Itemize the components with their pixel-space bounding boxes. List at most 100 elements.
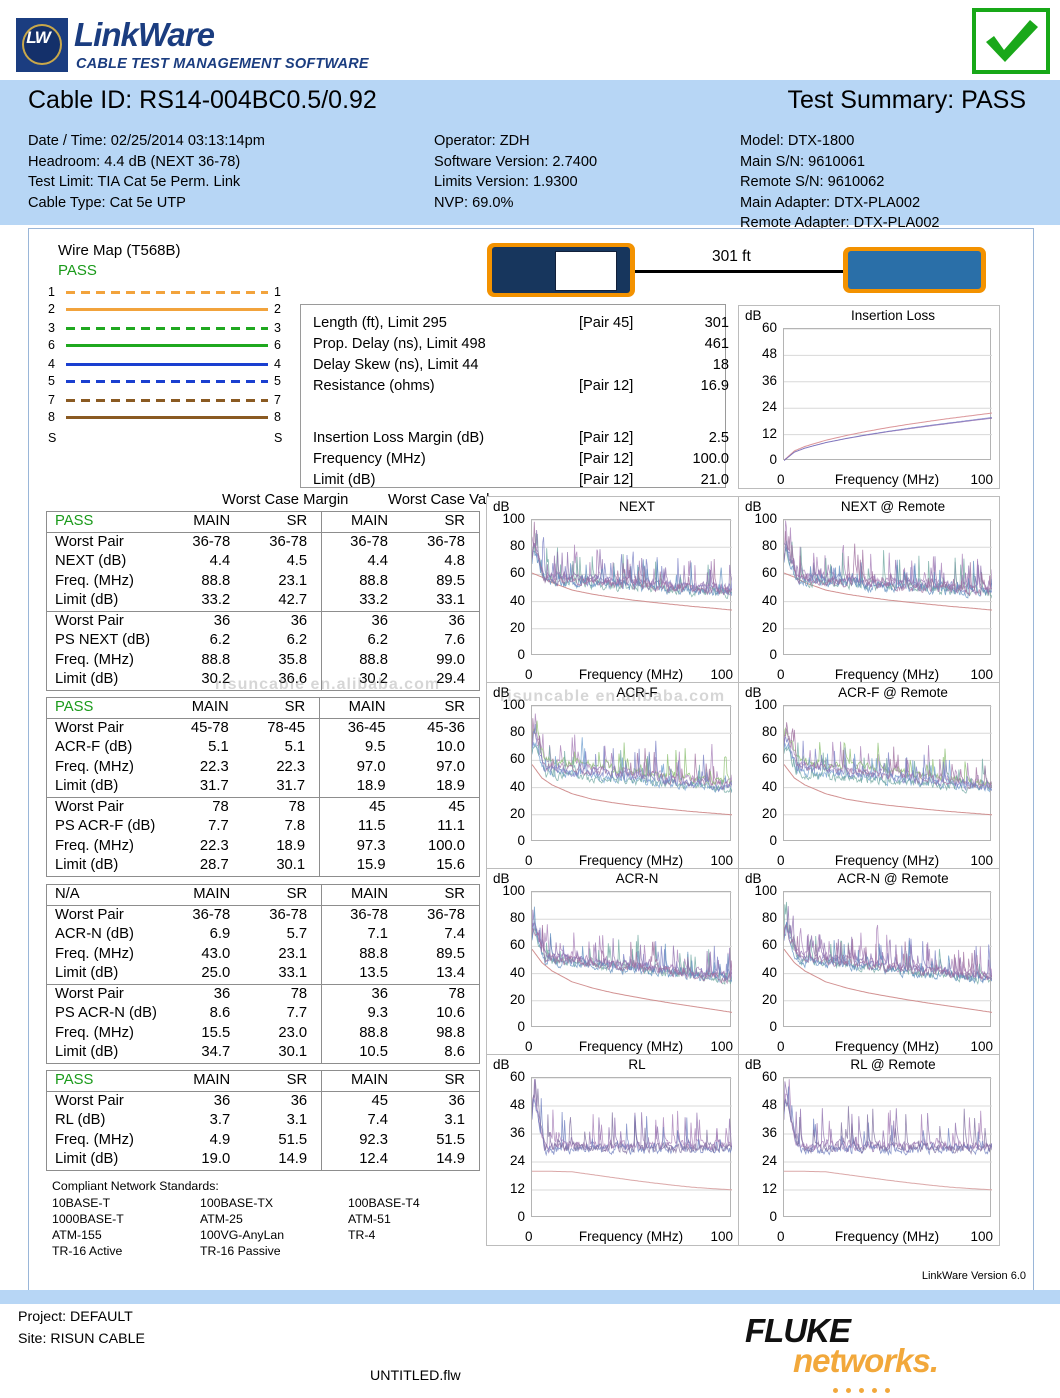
row-value: 88.8 [322,945,402,965]
chart-y-tick: 100 [499,697,525,712]
header-main-adapter: Main Adapter: DTX-PLA002 [740,193,940,214]
chart-y-tick: 100 [499,511,525,526]
row-pair: [Pair 45] [579,315,633,331]
table-header-row: PASSMAINSRMAINSR [47,698,479,718]
table-row: Worst Pair45-7878-4536-4545-36 [47,718,479,738]
row-value: 6.9 [164,925,244,945]
row-value: 89.5 [402,572,479,592]
row-value: 36-45 [320,718,400,738]
row-value: 31.7 [243,777,320,797]
row-pair: [Pair 12] [579,430,633,446]
row-value: 33.2 [164,591,244,611]
row-value: 36-78 [164,532,244,552]
wiremap-wire-line [66,416,268,419]
row-value: 36 [164,1091,244,1111]
chart-y-tick: 0 [499,833,525,848]
row-value: 33.2 [322,591,402,611]
header-cable-type: Cable Type: Cat 5e UTP [28,193,265,214]
table-row: Worst Pair36364536 [47,1091,479,1111]
row-label: Freq. (MHz) [47,945,164,965]
wiremap-pin-right: 4 [274,357,281,371]
row-value: 8.6 [164,1004,244,1024]
results-table: N/AMAINSRMAINSRWorst Pair36-7836-7836-78… [47,885,479,1063]
table-column-header: SR [244,1071,321,1091]
row-value: 5.1 [163,738,242,758]
wiremap-pair-row: 11 [46,285,286,299]
row-pair: [Pair 12] [579,451,633,467]
table-row: Limit (dB)25.033.113.513.4 [47,964,479,984]
chart-x-label: Frequency (MHz) [739,1229,1017,1244]
row-value: 36-78 [164,905,244,925]
row-value: 13.5 [322,964,402,984]
row-value: 16.9 [679,378,729,394]
row-value: 36 [164,984,244,1004]
row-value: 31.7 [163,777,242,797]
row-value: 33.1 [402,591,479,611]
row-label: Resistance (ohms) [313,378,435,394]
chart-y-tick: 60 [751,1069,777,1084]
chart-y-tick: 40 [499,965,525,980]
header-main-sn: Main S/N: 9610061 [740,152,940,173]
row-label: Freq. (MHz) [47,651,164,671]
row-value: 7.8 [243,817,320,837]
table-row: PS NEXT (dB)6.26.26.27.6 [47,631,479,651]
table-status-badge: PASS [47,1071,164,1091]
wiremap-wire-line [66,344,268,347]
row-value: 22.3 [163,837,242,857]
table-row: Freq. (MHz)43.023.188.889.5 [47,945,479,965]
chart-acr-n: dBACR-N0204060801000100Frequency (MHz) [486,868,740,1056]
chart-title: NEXT [487,499,763,514]
row-value: 22.3 [163,758,242,778]
standard-item: TR-16 Active [52,1243,200,1259]
table-row: Freq. (MHz)88.835.888.899.0 [47,651,479,671]
chart-next-remote: dBNEXT @ Remote0204060801000100Frequency… [738,496,1000,684]
row-value: 15.5 [164,1024,244,1044]
chart-y-tick: 0 [499,1209,525,1224]
row-value: 78 [402,984,479,1004]
fluke-dots-icon [833,1380,898,1398]
chart-y-tick: 48 [499,1097,525,1112]
header-remote-sn: Remote S/N: 9610062 [740,172,940,193]
row-label: Insertion Loss Margin (dB) [313,430,484,446]
row-value: 7.7 [244,1004,321,1024]
wiremap-pair-row: 66 [46,338,286,352]
table-row: Limit (dB)33.242.733.233.1 [47,591,479,611]
row-value: 8.6 [402,1043,479,1063]
header-column-mid: Operator: ZDH Software Version: 2.7400 L… [434,131,597,213]
row-value: 36 [244,1091,321,1111]
row-value: 51.5 [402,1131,479,1151]
remote-tester-body [848,251,981,289]
chart-title: ACR-N @ Remote [739,871,1023,886]
chart-y-tick: 80 [499,910,525,925]
row-value: 29.4 [402,670,479,690]
row-value: 78 [163,797,242,817]
chart-x-label: Frequency (MHz) [487,1039,757,1054]
remote-tester-device [843,247,986,293]
chart-plot-area [783,519,991,655]
compliant-standards: Compliant Network Standards: 10BASE-T 10… [52,1178,420,1259]
table-column-header: MAIN [322,1071,402,1091]
wiremap-pin-right: 3 [274,321,281,335]
chart-rl-remote: dBRL @ Remote012243648600100Frequency (M… [738,1054,1000,1246]
row-value: 5.1 [243,738,320,758]
chart-title: ACR-F [487,685,763,700]
table-header-row: N/AMAINSRMAINSR [47,885,479,905]
row-value: 2.5 [679,430,729,446]
table-column-header: SR [402,885,479,905]
chart-y-tick: 24 [499,1153,525,1168]
row-pair: [Pair 12] [579,472,633,488]
table-column-header: SR [402,1071,479,1091]
row-value: 15.6 [400,856,479,876]
row-label: Worst Pair [47,532,164,552]
results-table: PASSMAINSRMAINSRWorst Pair36-7836-7836-7… [47,512,479,690]
wiremap-pair-row: 33 [46,321,286,335]
row-value: 45-78 [163,718,242,738]
chart-y-tick: 40 [751,593,777,608]
chart-plot-area [783,705,991,841]
row-pair: [Pair 12] [579,378,633,394]
standard-item: ATM-51 [348,1211,420,1227]
row-value: 10.5 [322,1043,402,1063]
row-value: 7.7 [163,817,242,837]
row-value: 34.7 [164,1043,244,1063]
row-label: Limit (dB) [47,777,163,797]
